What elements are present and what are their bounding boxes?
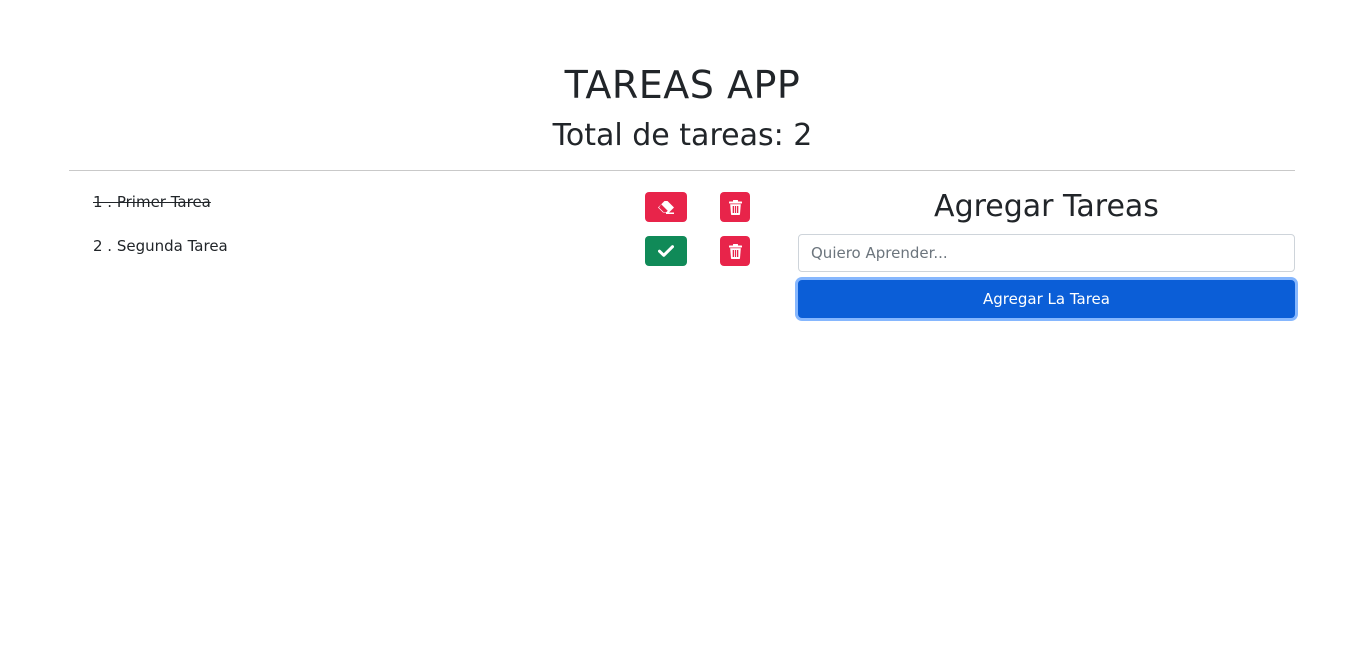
add-task-title: Agregar Tareas xyxy=(934,189,1159,224)
divider xyxy=(69,170,1295,171)
eraser-icon xyxy=(657,200,675,214)
delete-task-button[interactable] xyxy=(720,192,750,222)
check-icon xyxy=(658,245,674,257)
app-title: TAREAS APP xyxy=(564,63,801,107)
task-text: 1 . Primer Tarea xyxy=(93,193,211,211)
add-task-panel: Agregar Tareas Agregar La Tarea xyxy=(798,188,1295,318)
delete-task-button[interactable] xyxy=(720,236,750,266)
uncomplete-task-button[interactable] xyxy=(645,192,687,222)
task-list: 1 . Primer Tarea 2 . Segunda Tarea xyxy=(69,190,769,278)
task-text: 2 . Segunda Tarea xyxy=(93,237,228,255)
total-tasks-count: Total de tareas: 2 xyxy=(552,118,813,153)
task-row: 2 . Segunda Tarea xyxy=(69,234,769,278)
task-input[interactable] xyxy=(798,234,1295,272)
complete-task-button[interactable] xyxy=(645,236,687,266)
trash-icon xyxy=(728,243,742,259)
trash-icon xyxy=(728,199,742,215)
task-row: 1 . Primer Tarea xyxy=(69,190,769,234)
add-task-button[interactable]: Agregar La Tarea xyxy=(798,280,1295,318)
